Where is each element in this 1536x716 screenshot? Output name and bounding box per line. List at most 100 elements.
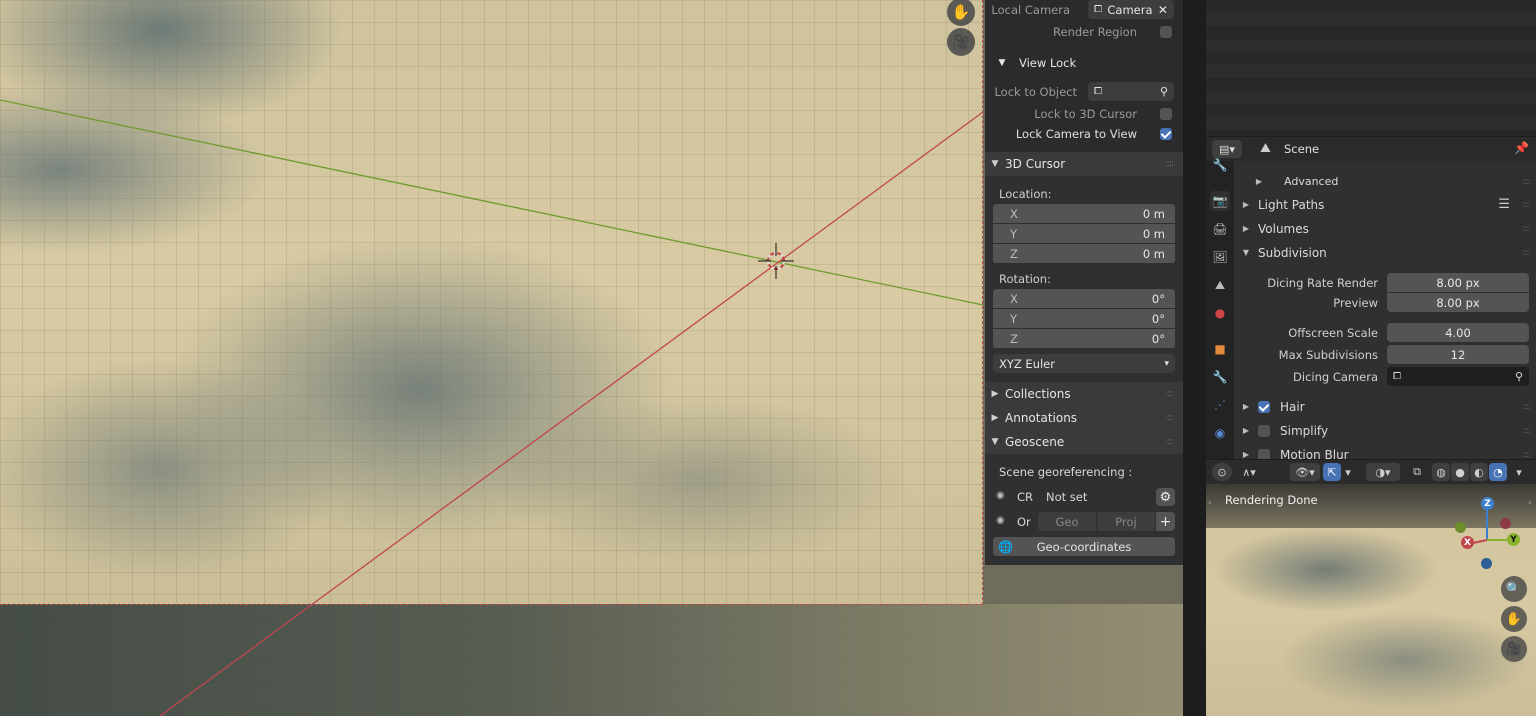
rotation-mode-dropdown[interactable]: XYZ Euler ▾ <box>993 354 1175 373</box>
presets-list-icon[interactable]: ☰ <box>1498 197 1510 212</box>
3d-cursor-panel-header[interactable]: ▼ 3D Cursor :::: <box>985 152 1183 176</box>
geoscene-panel-header[interactable]: ▼ Geoscene :::: <box>985 430 1183 454</box>
simplify-section[interactable]: ▶ Simplify :::: <box>1234 419 1536 442</box>
location-z-field[interactable]: Z 0 m <box>993 244 1175 263</box>
drag-grip-icon[interactable]: :::: <box>1522 224 1531 234</box>
collapse-triangle-icon: ▶ <box>991 389 999 399</box>
gizmo-neg-y-icon[interactable] <box>1455 522 1466 533</box>
pin-icon[interactable]: 📌 <box>1514 141 1529 155</box>
advanced-subsection[interactable]: ▶ Advanced :::: <box>1234 170 1536 193</box>
eyedropper-icon[interactable]: ⚲ <box>1160 85 1168 98</box>
motion-blur-section[interactable]: ▶ Motion Blur :::: <box>1234 443 1536 459</box>
location-y-field[interactable]: Y 0 m <box>993 224 1175 243</box>
camera-view-icon[interactable]: 🎥 <box>1501 636 1527 662</box>
eyedropper-icon[interactable]: ⚲ <box>1515 370 1523 383</box>
max-subdivisions-field[interactable]: 12 <box>1387 345 1529 364</box>
gizmo-y-icon[interactable]: Y <box>1507 533 1520 546</box>
wireframe-shading-icon[interactable]: ◍ <box>1432 463 1450 481</box>
axis-label: Z <box>1010 331 1018 346</box>
render-region-checkbox[interactable] <box>1160 26 1172 38</box>
collections-panel-header[interactable]: ▶ Collections :::: <box>985 382 1183 406</box>
dicing-rate-render-field[interactable]: 8.00 px <box>1387 273 1529 292</box>
hair-label: Hair <box>1280 399 1305 414</box>
camera-view-icon[interactable]: 🎥 <box>947 28 975 56</box>
collapse-triangle-icon: ▶ <box>1242 200 1250 209</box>
drag-grip-icon[interactable]: :::: <box>1522 402 1531 412</box>
particles-tab-icon[interactable]: ⋰ <box>1210 395 1230 415</box>
falloff-icon[interactable]: ∧▾ <box>1234 463 1264 481</box>
drag-grip-icon[interactable]: :::: <box>1165 413 1174 423</box>
geo-coordinates-button[interactable]: 🌐 Geo-coordinates <box>993 537 1175 556</box>
rotation-x-field[interactable]: X 0° <box>993 289 1175 308</box>
gizmo-toggle-icon[interactable]: ⇱ <box>1323 463 1341 481</box>
drag-grip-icon[interactable]: :::: <box>1165 389 1174 399</box>
annotations-panel-header[interactable]: ▶ Annotations :::: <box>985 406 1183 430</box>
selectability-icon[interactable]: ⊙ <box>1212 463 1232 481</box>
gizmo-neg-z-icon[interactable] <box>1481 558 1492 569</box>
solid-shading-icon[interactable]: ● <box>1451 463 1469 481</box>
simplify-checkbox[interactable] <box>1258 424 1270 437</box>
scene-georeferencing-label: Scene georeferencing : <box>999 465 1133 479</box>
properties-header: ▤▾ ⛰ Scene 📌 <box>1206 137 1536 161</box>
hair-checkbox[interactable] <box>1258 400 1270 413</box>
gizmo-z-icon[interactable]: Z <box>1481 497 1494 510</box>
x-axis-line <box>159 111 984 716</box>
hair-section[interactable]: ▶ Hair :::: <box>1234 395 1536 418</box>
gear-icon[interactable]: ⚙ <box>1156 488 1175 506</box>
tool-tab-icon[interactable]: 🔧 <box>1210 155 1230 175</box>
lock-to-3d-cursor-checkbox[interactable] <box>1160 108 1172 120</box>
outliner-area[interactable] <box>1206 0 1536 136</box>
drag-grip-icon[interactable]: :::: <box>1522 200 1531 210</box>
preview-field[interactable]: 8.00 px <box>1387 293 1529 312</box>
gizmo-x-icon[interactable]: X <box>1461 536 1474 549</box>
axis-label: X <box>1010 291 1018 306</box>
view-lock-subheader[interactable]: ▼ View Lock <box>985 52 1183 74</box>
crs-radio-icon[interactable]: ◉ <box>996 490 1005 501</box>
volumes-section[interactable]: ▶ Volumes :::: <box>1234 217 1536 240</box>
overlays-icon[interactable]: ◑▾ <box>1366 463 1400 481</box>
physics-tab-icon[interactable]: ◉ <box>1210 423 1230 443</box>
location-x-field[interactable]: X 0 m <box>993 204 1175 223</box>
zoom-icon[interactable]: 🔍 <box>1501 576 1527 602</box>
geo-button[interactable]: Geo <box>1038 512 1096 531</box>
xray-icon[interactable]: ⧉ <box>1408 463 1426 481</box>
gizmo-neg-x-icon[interactable] <box>1500 518 1511 529</box>
offscreen-scale-field[interactable]: 4.00 <box>1387 323 1529 342</box>
scene-tab-icon[interactable]: ⛰ <box>1210 275 1230 295</box>
add-button[interactable]: + <box>1156 512 1175 531</box>
motion-blur-checkbox[interactable] <box>1258 448 1270 459</box>
rotation-z-field[interactable]: Z 0° <box>993 329 1175 348</box>
modifier-tab-icon[interactable]: 🔧 <box>1210 367 1230 387</box>
view-layer-tab-icon[interactable]: 🖼 <box>1210 247 1230 267</box>
3d-cursor-title: 3D Cursor <box>1005 157 1066 171</box>
material-shading-icon[interactable]: ◐ <box>1470 463 1488 481</box>
render-tab-icon[interactable]: 📷 <box>1210 191 1230 211</box>
drag-grip-icon[interactable]: :::: <box>1522 248 1531 258</box>
rendered-shading-icon[interactable]: ◔ <box>1489 463 1507 481</box>
visibility-eye-icon[interactable]: 👁▾ <box>1290 463 1320 481</box>
axis-value: 0 m <box>1142 206 1165 221</box>
clear-icon[interactable]: ✕ <box>1158 3 1168 17</box>
drag-grip-icon[interactable]: :::: <box>1165 159 1174 169</box>
lock-to-object-field[interactable]: ⧠ ⚲ <box>1088 82 1174 101</box>
chevron-right-icon[interactable]: › <box>1208 498 1212 508</box>
hand-pan-icon[interactable]: ✋ <box>1501 606 1527 632</box>
local-camera-field[interactable]: ⧠ Camera ✕ <box>1088 0 1174 19</box>
drag-grip-icon[interactable]: :::: <box>1165 437 1174 447</box>
render-preview-viewport[interactable]: ⊙ ∧▾ 👁▾ ⇱ ▾ ◑▾ ⧉ ◍ ● ◐ ◔ ▾ › Rendering D… <box>1206 460 1536 716</box>
drag-grip-icon[interactable]: :::: <box>1522 177 1531 187</box>
origin-radio-icon[interactable]: ◉ <box>996 515 1005 526</box>
drag-grip-icon[interactable]: :::: <box>1522 426 1531 436</box>
light-paths-section[interactable]: ▶ Light Paths ☰ :::: <box>1234 193 1536 216</box>
proj-button[interactable]: Proj <box>1097 512 1155 531</box>
object-tab-icon[interactable]: ■ <box>1210 339 1230 359</box>
subdivision-section[interactable]: ▼ Subdivision :::: <box>1234 241 1536 264</box>
dicing-camera-field[interactable]: ⧠ ⚲ <box>1387 367 1529 386</box>
lock-camera-to-view-checkbox[interactable] <box>1160 128 1172 140</box>
rotation-y-field[interactable]: Y 0° <box>993 309 1175 328</box>
chevron-down-icon[interactable]: ▾ <box>1510 463 1528 481</box>
chevron-down-icon[interactable]: ▾ <box>1342 463 1354 481</box>
output-tab-icon[interactable]: 🖨 <box>1210 219 1230 239</box>
world-tab-icon[interactable]: ● <box>1210 303 1230 323</box>
drag-grip-icon[interactable]: :::: <box>1522 450 1531 460</box>
